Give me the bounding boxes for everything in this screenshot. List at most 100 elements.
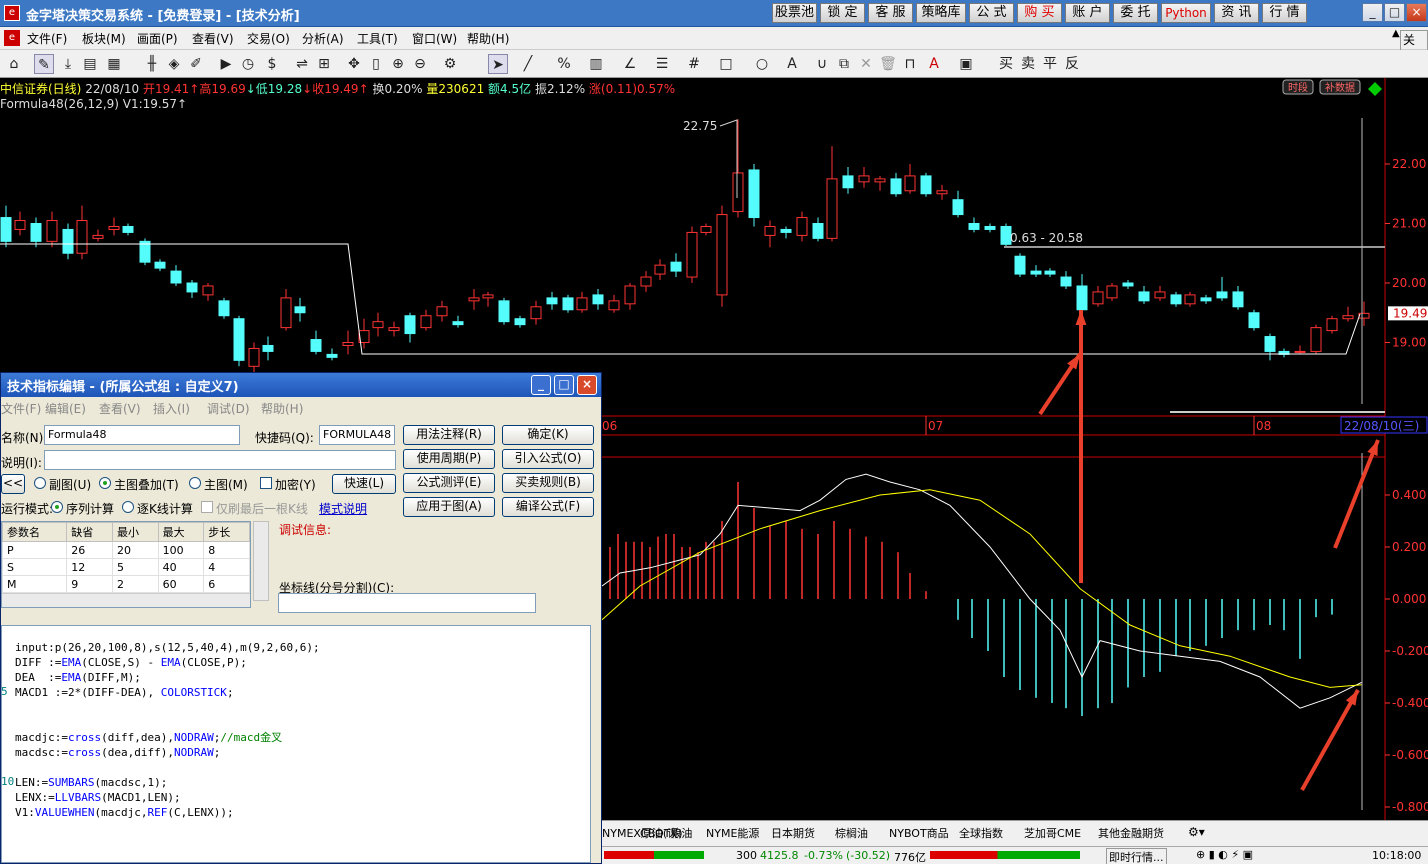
fast-button[interactable]: 快速(L) [332,474,396,494]
back-button[interactable]: << [1,474,25,494]
cell[interactable]: 26 [66,541,113,559]
code-line[interactable]: LEN:=SUMBARS(macdsc,1); [15,775,590,790]
font-color-icon[interactable]: A [924,54,944,74]
news-button[interactable]: 资 讯 [1214,3,1259,23]
cell[interactable]: 9 [66,575,113,593]
dialog-menu-edit[interactable]: 编辑(E) [45,400,86,417]
vertical-scrollbar[interactable] [253,521,269,601]
menu-help[interactable]: 帮助(H) [467,30,509,47]
usage-button[interactable]: 用法注释(R) [403,425,495,445]
desc-field[interactable] [44,450,396,470]
strategy-button[interactable]: 策略库 [916,3,966,23]
tab-cme[interactable]: 芝加哥CME [1024,825,1081,841]
cell[interactable]: 6 [203,575,250,593]
table-row[interactable]: P 26 20 100 8 [1,541,250,559]
tab-other-futures[interactable]: 其他金融期货 [1098,825,1164,841]
home-icon[interactable]: ⌂ [4,54,24,74]
code-editor[interactable]: input:p(26,20,100,8),s(12,5,40,4),m(9,2,… [1,625,591,863]
code-line[interactable]: LENX:=LLVBARS(MACD1,LEN); [15,790,590,805]
delete-icon[interactable]: ✕ [856,54,876,74]
menu-board[interactable]: 板块(M) [82,30,126,47]
code-line[interactable]: MACD1 :=2*(DIFF-DEA), COLORSTICK; [15,685,590,700]
rules-button[interactable]: 买卖规则(B) [502,473,594,493]
buy-tool[interactable]: 买 [996,54,1016,74]
tab-global-index[interactable]: 全球指数 [959,825,1003,841]
code-line[interactable]: macdjc:=cross(diff,dea),NODRAW;//macd金叉 [15,730,590,745]
tab-japan-futures[interactable]: 日本期货 [771,825,815,841]
kline-mode-radio[interactable] [122,501,134,513]
dialog-close-button[interactable]: × [577,375,597,395]
menu-file[interactable]: 文件(F) [27,30,67,47]
stock-pool-button[interactable]: 股票池 [772,3,817,23]
account-button[interactable]: 账 户 [1065,3,1110,23]
params-table[interactable]: 参数名 缺省 最小 最大 步长 P 26 20 100 8 S 12 5 40 4 M 9 2 60 6 [1,521,251,608]
cell[interactable]: M [1,575,68,593]
hash-icon[interactable]: # [684,54,704,74]
menu-view-page[interactable]: 画面(P) [137,30,178,47]
collapse-icon[interactable]: ▲ [1392,28,1400,39]
play-icon[interactable]: ▶ [216,54,236,74]
sell-tool[interactable]: 卖 [1018,54,1038,74]
move-icon[interactable]: ✥ [344,54,364,74]
dialog-menu-file[interactable]: 文件(F) [1,400,41,417]
download-icon[interactable]: ⤓ [58,54,78,74]
name-field[interactable]: Formula48 [44,425,240,445]
order-button[interactable]: 委 托 [1113,3,1158,23]
copy-icon[interactable]: ⧉ [834,54,854,74]
buy-button[interactable]: 购 买 [1017,3,1062,23]
dollar-icon[interactable]: $ [262,54,282,74]
magnet-icon[interactable]: ∪ [812,54,832,74]
period-badge[interactable]: 时段 [1288,81,1308,94]
dialog-menu-debug[interactable]: 调试(D) [207,400,250,417]
code-line[interactable] [15,760,590,775]
code-line[interactable] [15,715,590,730]
bar-icon[interactable]: ▯ [366,54,386,74]
menu-trade[interactable]: 交易(O) [247,30,290,47]
period-button[interactable]: 使用周期(P) [403,449,495,469]
adjust-icon[interactable]: ⇌ [292,54,312,74]
dialog-menu-insert[interactable]: 插入(I) [153,400,190,417]
cell[interactable]: 100 [157,541,205,559]
line-tool-icon[interactable]: ╱ [518,54,538,74]
dialog-maximize-button[interactable]: □ [554,375,574,395]
supplement-badge[interactable]: 补数据 [1325,81,1355,94]
trash-icon[interactable]: 🗑 [878,54,898,74]
angle-icon[interactable]: ∠ [620,54,640,74]
quote-button[interactable]: 即时行情... [1106,848,1167,864]
menu-window[interactable]: 窗口(W) [412,30,457,47]
dialog-minimize-button[interactable]: _ [531,375,551,395]
cell[interactable]: S [1,558,68,576]
tab-cbot[interactable]: CBOT粮油 [640,825,692,841]
zoom-in-icon[interactable]: ⊕ [388,54,408,74]
code-line[interactable]: DEA :=EMA(DIFF,M); [15,670,590,685]
gear-icon[interactable]: ⚙▾ [1188,825,1205,839]
compile-button[interactable]: 编译公式(F) [502,497,594,517]
diamond-icon[interactable]: ◈ [164,54,184,74]
shortcut-field[interactable]: FORMULA48 [319,425,395,445]
reverse-tool[interactable]: 反 [1062,54,1082,74]
code-line[interactable]: V1:VALUEWHEN(macdjc,REF(C,LENX)); [15,805,590,820]
cell[interactable]: 2 [111,575,159,593]
pencil-icon[interactable]: ✎ [34,54,54,74]
menu-tools[interactable]: 工具(T) [357,30,398,47]
zoom-out-icon[interactable]: ⊖ [410,54,430,74]
last-bar-checkbox[interactable] [201,501,213,513]
serial-mode-radio[interactable] [51,501,63,513]
rect-icon[interactable]: □ [716,54,736,74]
chart-icon[interactable]: ⊞ [314,54,334,74]
grid-icon[interactable]: ▦ [104,54,124,74]
lock-icon[interactable]: ⊓ [900,54,920,74]
python-button[interactable]: Python [1161,3,1211,23]
menu-view[interactable]: 查看(V) [192,30,234,47]
code-line[interactable]: input:p(26,20,100,8),s(12,5,40,4),m(9,2,… [15,640,590,655]
text-icon[interactable]: A [782,54,802,74]
percent-icon[interactable]: % [554,54,574,74]
minimize-button[interactable]: _ [1362,3,1383,22]
cell[interactable]: 8 [203,541,250,559]
code-line[interactable]: DIFF :=EMA(CLOSE,S) - EMA(CLOSE,P); [15,655,590,670]
table-scrollbar[interactable] [2,593,250,607]
code-line[interactable]: macdsc:=cross(dea,diff),NODRAW; [15,745,590,760]
formula-button[interactable]: 公 式 [969,3,1014,23]
import-button[interactable]: 引入公式(O) [502,449,594,469]
settings-icon[interactable]: ⚙ [440,54,460,74]
